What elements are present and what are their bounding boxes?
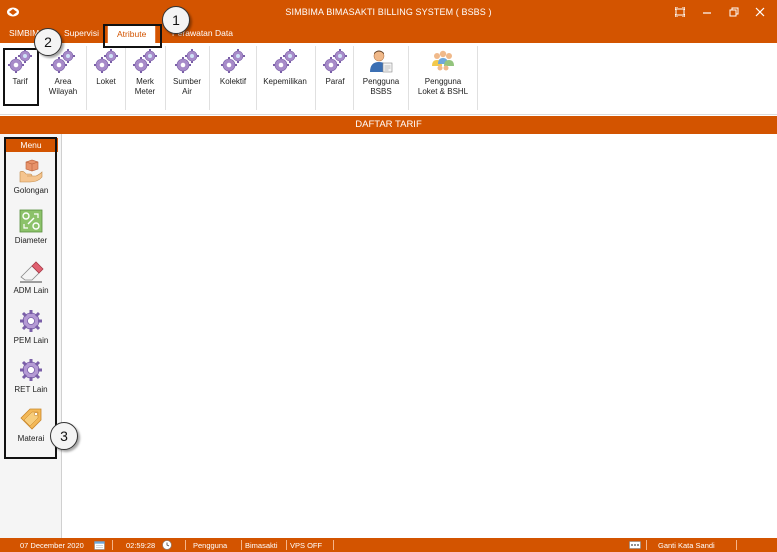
ribbon-pengguna-bsbs-label: Pengguna BSBS [362, 77, 400, 96]
status-separator [185, 540, 186, 550]
status-separator [736, 540, 737, 550]
minimize-button[interactable] [697, 4, 717, 20]
callout-badge-1: 1 [162, 6, 190, 34]
ribbon-separator [125, 46, 126, 110]
gears-icon [323, 49, 347, 73]
ribbon-kolektif-button[interactable]: Kolektif [215, 48, 251, 87]
gears-icon [273, 49, 297, 73]
ribbon-toolbar: Tarif Area Wilayah Loket Merk Meter Sumb… [0, 43, 777, 115]
content-area [63, 134, 777, 538]
gears-icon [221, 49, 245, 73]
ribbon-merk-meter-label: Merk Meter [134, 77, 156, 96]
ribbon-kolektif-label: Kolektif [219, 77, 247, 86]
restore-layout-icon[interactable] [670, 4, 690, 20]
ribbon-kepemilikan-button[interactable]: Kepemilikan [262, 48, 308, 87]
status-user-label: Pengguna [193, 541, 228, 550]
ribbon-separator [353, 46, 354, 110]
ribbon-pengguna-bsbs-button[interactable]: Pengguna BSBS [359, 48, 403, 97]
tab-supervisi[interactable]: Supervisi [64, 28, 99, 38]
ribbon-paraf-button[interactable]: Paraf [320, 48, 350, 87]
window-title: SIMBIMA BIMASAKTI BILLING SYSTEM ( BSBS … [285, 7, 492, 17]
status-separator [333, 540, 334, 550]
ribbon-area-wilayah-label: Area Wilayah [48, 77, 78, 96]
callout-badge-3: 3 [50, 422, 78, 450]
ribbon-kepemilikan-label: Kepemilikan [263, 77, 307, 86]
gears-icon [175, 49, 199, 73]
ribbon-separator [315, 46, 316, 110]
password-key-icon [629, 541, 641, 549]
status-date: 07 December 2020 [20, 541, 84, 550]
highlight-left-menu [4, 137, 57, 459]
ribbon-separator [209, 46, 210, 110]
highlight-atribute-tab [103, 24, 162, 48]
ribbon-separator [477, 46, 478, 110]
ribbon-loket-button[interactable]: Loket [92, 48, 120, 87]
maximize-button[interactable] [724, 4, 744, 20]
ribbon-merk-meter-button[interactable]: Merk Meter [130, 48, 160, 97]
ribbon-sumber-air-label: Sumber Air [172, 77, 201, 96]
ribbon-loket-label: Loket [96, 77, 116, 86]
callout-badge-2: 2 [34, 28, 62, 56]
ribbon-separator [165, 46, 166, 110]
ribbon-paraf-label: Paraf [325, 77, 345, 86]
close-button[interactable] [750, 4, 770, 20]
user-icon [370, 50, 393, 73]
ribbon-separator [408, 46, 409, 110]
status-separator [286, 540, 287, 550]
highlight-tarif-button [3, 48, 39, 106]
users-group-icon [432, 50, 454, 71]
ribbon-pengguna-loket-bshl-button[interactable]: Pengguna Loket & BSHL [413, 48, 473, 97]
ribbon-pengguna-loket-bshl-label: Pengguna Loket & BSHL [417, 77, 469, 96]
gears-icon [94, 49, 118, 73]
section-title-bar: DAFTAR TARIF [0, 116, 777, 134]
status-user-name: Bimasakti [245, 541, 278, 550]
ribbon-separator [256, 46, 257, 110]
ribbon-separator [86, 46, 87, 110]
title-bar: SIMBIMA BIMASAKTI BILLING SYSTEM ( BSBS … [0, 0, 777, 24]
status-separator [241, 540, 242, 550]
ribbon-sumber-air-button[interactable]: Sumber Air [170, 48, 204, 97]
status-separator [112, 540, 113, 550]
status-separator [646, 540, 647, 550]
change-password-link[interactable]: Ganti Kata Sandi [658, 541, 715, 550]
gears-icon [133, 49, 157, 73]
clock-icon [162, 540, 172, 550]
status-time: 02:59:28 [126, 541, 156, 550]
status-bar: 07 December 2020 02:59:28 Pengguna Bimas… [0, 538, 777, 552]
status-vps: VPS OFF [290, 541, 323, 550]
calendar-icon[interactable] [94, 540, 105, 550]
